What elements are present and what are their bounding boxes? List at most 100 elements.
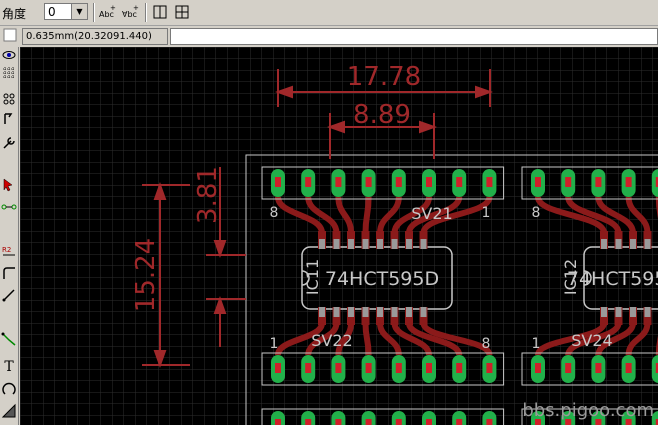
ratsnest-icon[interactable]: R2 bbox=[1, 243, 17, 259]
chip-lead-pad bbox=[630, 239, 636, 249]
header-pin bbox=[426, 419, 432, 425]
chip-lead-pad bbox=[362, 307, 369, 317]
chip-designator-ic11: IC11 bbox=[303, 259, 322, 295]
header-pin bbox=[565, 177, 572, 187]
text-abc-icon[interactable]: Abc + bbox=[97, 3, 117, 22]
layout-b-icon[interactable] bbox=[172, 3, 192, 22]
header-pin bbox=[456, 177, 463, 187]
chip-part-ic12: 74HCT595D bbox=[567, 268, 658, 290]
eye-icon[interactable] bbox=[1, 47, 17, 63]
chip-part-ic11: 74HCT595D bbox=[325, 268, 439, 290]
dim-left-inner-value: 3.81 bbox=[193, 166, 223, 224]
header-pin bbox=[426, 177, 432, 187]
wire-icon[interactable] bbox=[1, 265, 17, 281]
toolbar-separator bbox=[145, 3, 147, 22]
command-input[interactable] bbox=[170, 28, 658, 45]
header-pin bbox=[335, 177, 342, 187]
chip-lead-pad bbox=[348, 307, 354, 317]
angle-select[interactable]: 0 ▼ bbox=[44, 3, 88, 20]
chip-lead-pad bbox=[644, 239, 651, 249]
header-pin bbox=[365, 363, 372, 373]
text-mirror-icon[interactable]: ∀bc + bbox=[120, 3, 140, 22]
dim-top-inner-value: 8.89 bbox=[353, 100, 411, 130]
coordinate-display: 0.635mm(20.32091.440) bbox=[22, 28, 168, 45]
header-name-sv24: SV24 bbox=[571, 331, 612, 350]
header-pin bbox=[486, 363, 493, 373]
dim-left-outer-value: 15.24 bbox=[131, 238, 161, 312]
chevron-down-icon[interactable]: ▼ bbox=[71, 4, 87, 19]
arc-icon[interactable] bbox=[1, 381, 17, 397]
chip-lead-pad bbox=[630, 307, 636, 317]
header-pin bbox=[335, 419, 342, 425]
chip-lead-pad bbox=[333, 239, 340, 249]
angle-label: 角度 bbox=[2, 7, 27, 21]
header-pin bbox=[565, 363, 572, 373]
header-pin bbox=[305, 363, 312, 373]
wrench-icon[interactable] bbox=[1, 135, 17, 151]
header-pin bbox=[365, 419, 372, 425]
trace bbox=[362, 322, 372, 356]
header-pin bbox=[395, 363, 402, 373]
header-pin bbox=[535, 177, 541, 187]
header-pin bbox=[395, 177, 402, 187]
chip-lead-pad bbox=[420, 307, 427, 317]
header-pin bbox=[275, 363, 281, 373]
svg-text:+: + bbox=[110, 4, 116, 12]
polygon-icon[interactable] bbox=[1, 403, 17, 419]
chip-lead-pad bbox=[333, 307, 340, 317]
header-pin bbox=[625, 177, 632, 187]
chip-lead-pad bbox=[377, 239, 383, 249]
header-pin bbox=[486, 419, 493, 425]
header-pin-sv22-right: 8 bbox=[482, 336, 491, 352]
tool-sidebar: R2 T bbox=[0, 47, 19, 425]
route-icon[interactable] bbox=[1, 199, 17, 215]
trace bbox=[362, 196, 372, 234]
coordinate-bar: 0.635mm(20.32091.440) bbox=[0, 26, 658, 47]
header-pin-right-block-left: 8 bbox=[532, 205, 541, 221]
chip-lead-pad bbox=[406, 307, 412, 317]
group-icon[interactable] bbox=[1, 91, 17, 107]
header-pin bbox=[535, 363, 541, 373]
split-icon[interactable] bbox=[1, 331, 17, 347]
header-pin bbox=[456, 363, 463, 373]
header-name-sv21: SV21 bbox=[411, 204, 452, 223]
header-pin-sv22-left: 1 bbox=[270, 336, 279, 352]
chip-lead-pad bbox=[601, 307, 607, 317]
toolbar: 角度 0 ▼ Abc + ∀bc + bbox=[0, 0, 658, 26]
chip-lead-pad bbox=[362, 239, 369, 249]
header-pin-sv21-right: 1 bbox=[482, 205, 491, 221]
chip-lead-pad bbox=[391, 239, 398, 249]
header-pin bbox=[275, 419, 281, 425]
chip-lead-pad bbox=[615, 307, 622, 317]
header-pin bbox=[595, 363, 602, 373]
layout-a-icon[interactable] bbox=[150, 3, 170, 22]
toolbar-separator bbox=[93, 3, 95, 22]
chip-designator-ic12: IC12 bbox=[561, 259, 580, 295]
chip-lead-pad bbox=[348, 239, 354, 249]
text-icon[interactable]: T bbox=[1, 359, 17, 375]
grid-icon[interactable] bbox=[1, 65, 17, 81]
header-pin bbox=[365, 177, 372, 187]
chip-lead-pad bbox=[377, 307, 383, 317]
chip-lead-pad bbox=[615, 239, 622, 249]
header-pin bbox=[595, 177, 602, 187]
header-pin bbox=[305, 177, 312, 187]
select-arrow-icon[interactable] bbox=[1, 177, 17, 193]
header-pin-sv24-left: 1 bbox=[532, 336, 541, 352]
svg-text:+: + bbox=[133, 4, 139, 12]
header-pin bbox=[456, 419, 463, 425]
chip-lead-pad bbox=[601, 239, 607, 249]
miter-icon[interactable] bbox=[1, 287, 17, 303]
coord-toggle-icon[interactable] bbox=[2, 28, 18, 44]
chip-lead-pad bbox=[406, 239, 412, 249]
header-name-sv22: SV22 bbox=[311, 331, 352, 350]
move-icon[interactable] bbox=[1, 111, 17, 127]
header-pin bbox=[426, 363, 432, 373]
chip-lead-pad bbox=[644, 307, 651, 317]
board-view[interactable]: 17.78 8.89 15.24 3.81 74HCT595D IC11 74H… bbox=[20, 47, 658, 425]
chip-lead-pad bbox=[391, 307, 398, 317]
header-pin bbox=[395, 419, 402, 425]
angle-value: 0 bbox=[48, 5, 56, 19]
svg-text:R2: R2 bbox=[2, 246, 11, 254]
pcb-canvas[interactable]: 17.78 8.89 15.24 3.81 74HCT595D IC11 74H… bbox=[20, 47, 658, 425]
